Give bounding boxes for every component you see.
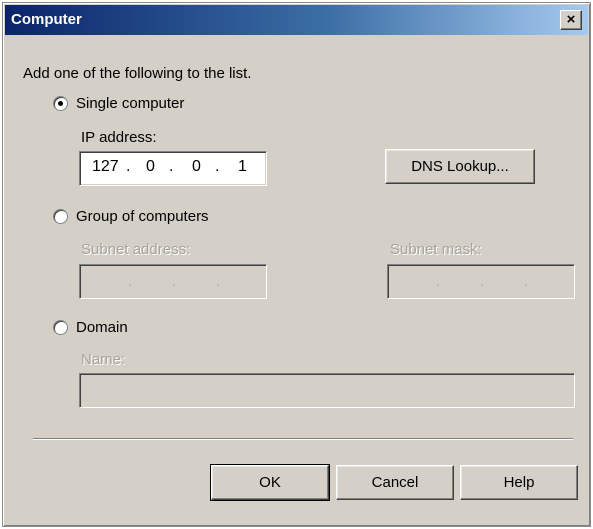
- instructions-text: Add one of the following to the list.: [23, 65, 252, 82]
- single-computer-radio[interactable]: [53, 96, 68, 111]
- subnet-mask-field[interactable]: . . .: [387, 264, 575, 299]
- single-computer-label[interactable]: Single computer: [76, 95, 184, 112]
- domain-name-label: Name:: [81, 351, 126, 368]
- ip-octet-2[interactable]: 0: [146, 158, 155, 176]
- ip-octet-4[interactable]: 1: [238, 158, 247, 176]
- domain-label[interactable]: Domain: [76, 319, 128, 336]
- ip-address-field[interactable]: 127 . 0 . 0 . 1: [79, 151, 267, 186]
- title-bar[interactable]: Computer ×: [5, 5, 588, 35]
- ip-octet-1[interactable]: 127: [92, 158, 119, 176]
- field-separator: .: [480, 273, 484, 289]
- dns-lookup-button[interactable]: DNS Lookup...: [385, 149, 535, 184]
- ip-separator: .: [126, 158, 131, 175]
- ok-button[interactable]: OK: [210, 464, 330, 501]
- radio-selected-dot: [58, 101, 63, 106]
- group-of-computers-label[interactable]: Group of computers: [76, 208, 209, 225]
- ip-separator: .: [215, 158, 220, 175]
- ip-address-label: IP address:: [81, 129, 157, 146]
- subnet-address-field[interactable]: . . .: [79, 264, 267, 299]
- cancel-button[interactable]: Cancel: [336, 465, 454, 500]
- domain-radio[interactable]: [53, 320, 68, 335]
- field-separator: .: [436, 273, 440, 289]
- subnet-mask-label: Subnet mask:: [390, 241, 482, 258]
- separator-line: [33, 438, 573, 440]
- window-title: Computer: [11, 11, 82, 28]
- field-separator: .: [128, 273, 132, 289]
- field-separator: .: [216, 273, 220, 289]
- domain-name-field[interactable]: [79, 373, 575, 408]
- close-button[interactable]: ×: [560, 10, 582, 30]
- computer-dialog: Computer × Add one of the following to t…: [2, 2, 591, 527]
- ip-octet-3[interactable]: 0: [192, 158, 201, 176]
- field-separator: .: [524, 273, 528, 289]
- group-of-computers-radio[interactable]: [53, 209, 68, 224]
- help-button[interactable]: Help: [460, 465, 578, 500]
- ip-separator: .: [169, 158, 174, 175]
- field-separator: .: [172, 273, 176, 289]
- subnet-address-label: Subnet address:: [81, 241, 191, 258]
